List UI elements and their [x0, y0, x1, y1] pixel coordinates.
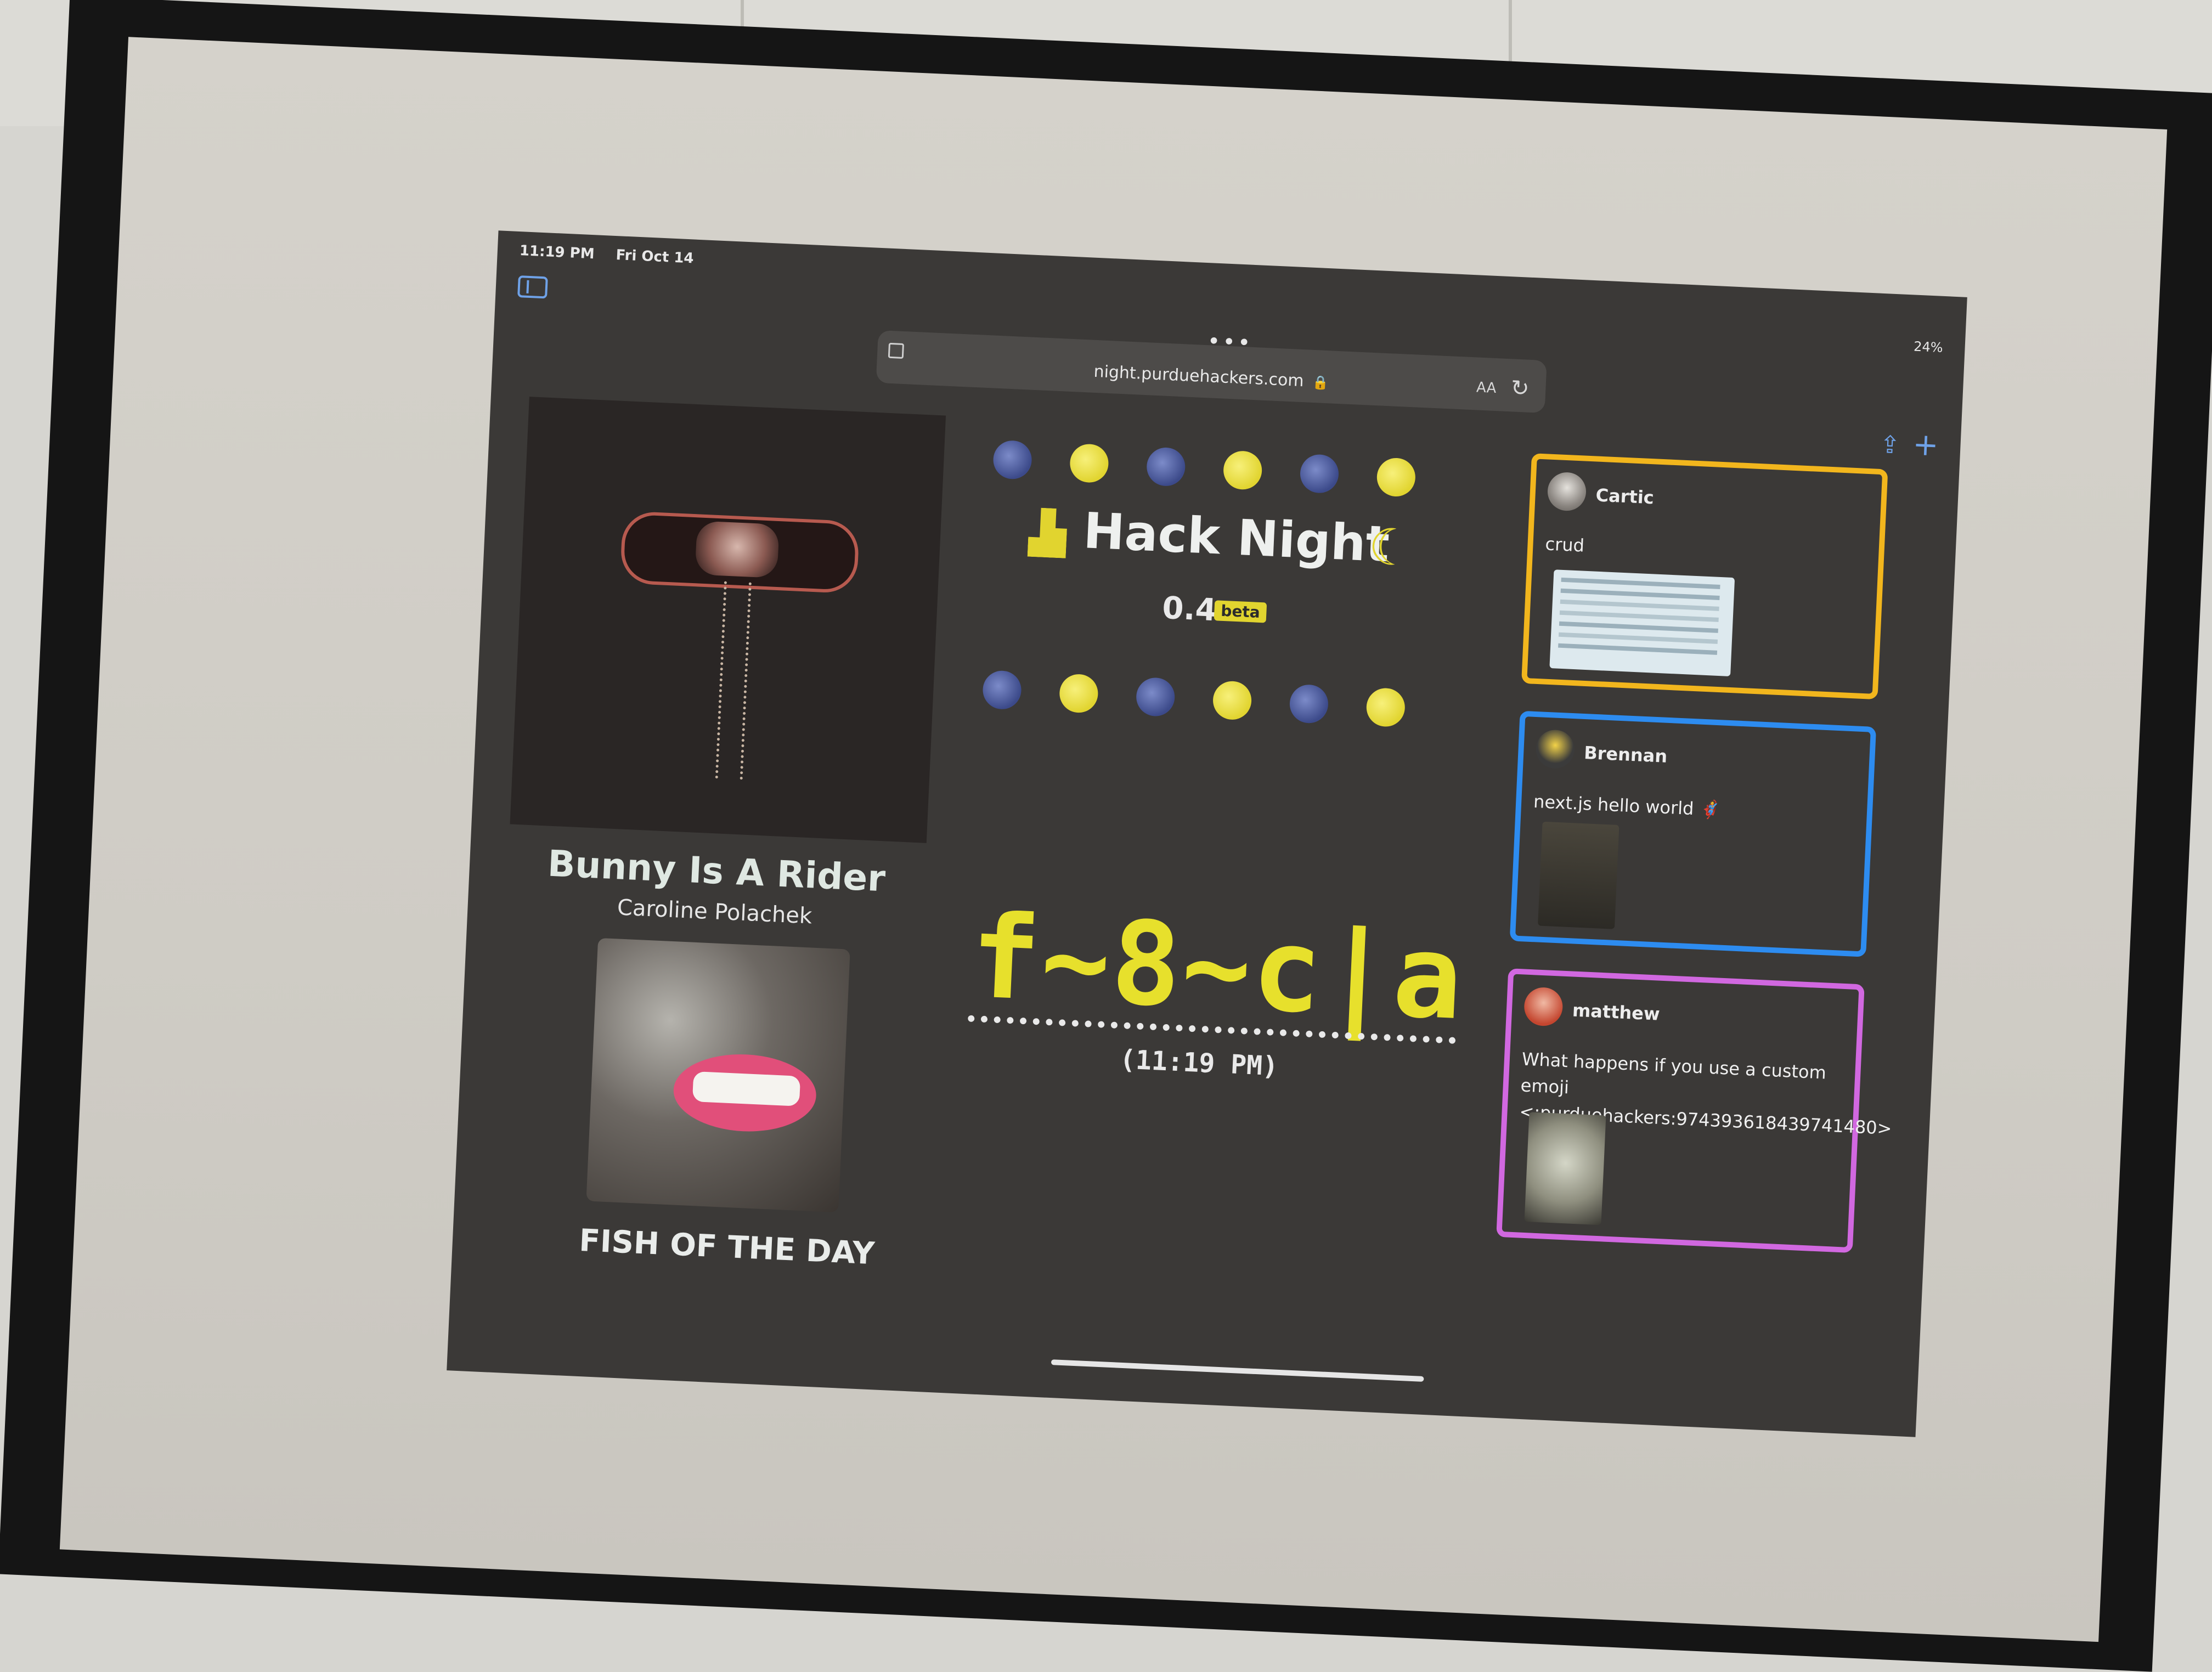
smiley-emoji-icon — [1212, 680, 1252, 721]
share-icon[interactable]: ⇪ — [1879, 431, 1900, 460]
battery-percent: 24% — [1913, 338, 1944, 355]
smiley-emoji-icon — [1222, 450, 1263, 490]
album-art-face — [695, 521, 780, 578]
album-art-mirror — [619, 511, 860, 594]
emoji-row-bottom — [981, 664, 1455, 735]
moon-emoji-icon — [992, 439, 1033, 480]
album-art-chain — [715, 581, 752, 780]
purdue-hackers-logo-icon — [1028, 507, 1068, 558]
smiley-emoji-icon — [1069, 443, 1109, 484]
status-date: Fri Oct 14 — [615, 247, 695, 267]
feed-attachment-image[interactable] — [1524, 1112, 1606, 1225]
avatar — [1535, 729, 1576, 770]
fish-image — [586, 937, 850, 1213]
version-number: 0.4 — [1161, 590, 1218, 629]
avatar — [1547, 471, 1587, 512]
emoji-row-top — [992, 434, 1466, 505]
battery-indicator: 24% — [1914, 339, 1944, 355]
crescent-moon-icon: ☾ — [1367, 517, 1415, 578]
feed-card[interactable]: Cartic crud — [1521, 453, 1888, 700]
home-indicator[interactable] — [1051, 1359, 1424, 1382]
smiley-emoji-icon — [1376, 457, 1417, 498]
feed-card[interactable]: matthew What happens if you use a custom… — [1496, 968, 1892, 1253]
avatar — [1523, 986, 1564, 1027]
status-time: 11:19 PM — [519, 242, 595, 263]
fish-teeth — [692, 1071, 801, 1106]
ipad-display: 11:19 PM Fri Oct 14 24% ••• night.purdue… — [447, 230, 1967, 1437]
smiley-emoji-icon — [1058, 673, 1099, 714]
feed-username: Cartic — [1595, 484, 1655, 509]
moon-emoji-icon — [1135, 676, 1176, 718]
hack-night-logo: Hack Night ☾ — [1027, 496, 1447, 586]
sidebar-icon[interactable] — [517, 275, 548, 299]
text-size-button[interactable]: AA — [1476, 379, 1497, 397]
address-bar-url: night.purduehackers.com — [1093, 361, 1305, 391]
hack-night-title: Hack Night — [1082, 502, 1391, 574]
smiley-emoji-icon — [1365, 687, 1406, 728]
feed-username: matthew — [1572, 999, 1661, 1025]
album-art — [510, 397, 946, 843]
feed-attachment-image[interactable] — [1549, 569, 1735, 676]
plus-icon[interactable]: + — [1912, 427, 1939, 464]
beta-badge: beta — [1214, 600, 1267, 623]
feed-attachment-image[interactable] — [1538, 821, 1620, 929]
moon-emoji-icon — [981, 670, 1023, 710]
status-bar: 11:19 PM Fri Oct 14 — [519, 242, 710, 268]
feed-card[interactable]: Brennan next.js hello world 🦸 — [1509, 710, 1877, 957]
moon-emoji-icon — [1299, 454, 1340, 494]
reload-icon[interactable]: ↻ — [1510, 375, 1530, 401]
moon-emoji-icon — [1289, 684, 1329, 724]
moon-emoji-icon — [1146, 447, 1186, 487]
feed-username: Brennan — [1583, 742, 1668, 767]
feed-message: crud — [1544, 533, 1585, 556]
current-time: (11:19 PM) — [1119, 1044, 1279, 1082]
fish-caption: FISH OF THE DAY — [578, 1222, 876, 1272]
lock-icon: 🔒 — [1312, 374, 1329, 391]
